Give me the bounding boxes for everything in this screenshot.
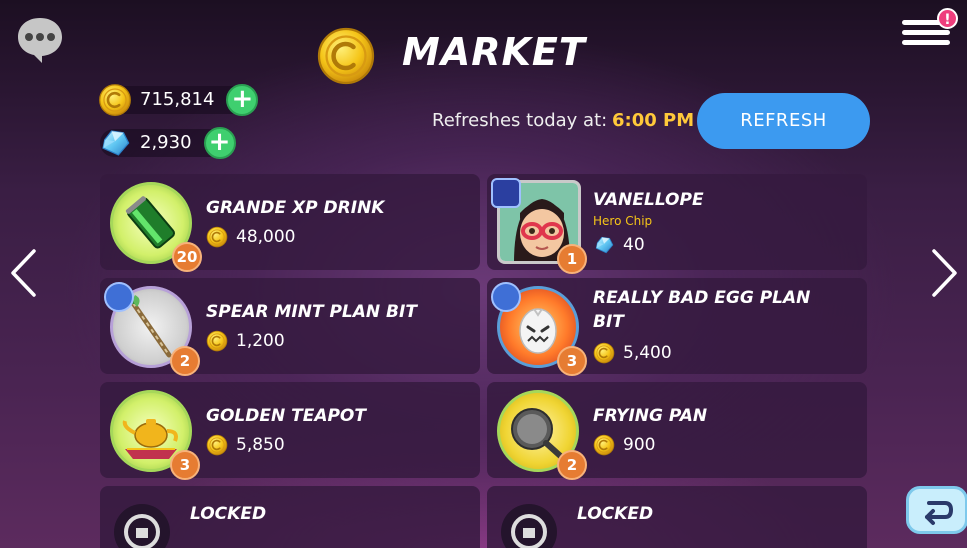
plus-icon: + (231, 84, 254, 114)
item-name: SPEAR MINT PLAN BIT (206, 302, 417, 322)
item-price: 48,000 (206, 226, 295, 248)
refresh-button[interactable]: REFRESH (697, 93, 870, 149)
locked-slot-card: LOCKED (100, 486, 480, 548)
coin-icon (98, 83, 132, 117)
market-item-card[interactable]: 3 GOLDEN TEAPOT 5,850 (100, 382, 480, 480)
coin-icon (316, 26, 376, 86)
hero-class-icon (491, 178, 521, 208)
item-name: LOCKED (190, 504, 267, 524)
item-name: REALLY BAD EGG PLAN BIT (593, 288, 811, 332)
lock-icon (114, 504, 170, 548)
gem-amount: 2,930 (140, 132, 192, 153)
chevron-left-icon[interactable] (8, 248, 38, 298)
chevron-right-icon[interactable] (930, 248, 960, 298)
add-coins-button[interactable]: + (226, 84, 259, 116)
refresh-time: 6:00 PM (612, 110, 695, 131)
gem-icon (98, 126, 132, 160)
quantity-badge: 2 (170, 346, 200, 376)
back-icon (925, 501, 954, 525)
item-name: FRYING PAN (593, 406, 708, 426)
coin-icon (206, 226, 228, 248)
market-item-card[interactable]: 1 VANELLOPE Hero Chip 40 (487, 174, 867, 274)
gem-balance: 2,930 + (98, 126, 236, 160)
item-price: 1,200 (206, 330, 285, 352)
locked-slot-card: LOCKED (487, 486, 867, 548)
coin-amount: 715,814 (140, 89, 215, 110)
market-item-card[interactable]: 2 FRYING PAN 900 (487, 382, 867, 480)
notification-badge: ! (937, 8, 958, 29)
add-gems-button[interactable]: + (203, 127, 236, 159)
gem-icon (593, 234, 615, 256)
item-name: VANELLOPE (593, 190, 704, 210)
market-item-card[interactable]: 2 SPEAR MINT PLAN BIT 1,200 (100, 278, 480, 376)
quantity-badge: 20 (172, 242, 202, 272)
blueprint-icon (104, 282, 134, 312)
refresh-label: Refreshes today at: (432, 110, 608, 131)
market-item-card[interactable]: 20 GRANDE XP DRINK 48,000 (100, 174, 480, 272)
item-price: 40 (593, 234, 645, 256)
page-title: MARKET (402, 30, 586, 74)
item-name: LOCKED (577, 504, 654, 524)
quantity-badge: 1 (557, 244, 587, 274)
coin-icon (593, 434, 615, 456)
coin-icon (206, 434, 228, 456)
item-name: GOLDEN TEAPOT (206, 406, 366, 426)
coin-icon (206, 330, 228, 352)
quantity-badge: 3 (557, 346, 587, 376)
item-subtitle: Hero Chip (593, 214, 653, 228)
market-item-card[interactable]: 3 REALLY BAD EGG PLAN BIT 5,400 (487, 278, 867, 376)
chat-button[interactable] (16, 16, 64, 64)
plus-icon: + (208, 127, 231, 157)
item-price: 900 (593, 434, 655, 456)
blueprint-icon (491, 282, 521, 312)
item-name: GRANDE XP DRINK (206, 198, 385, 218)
coin-icon (593, 342, 615, 364)
quantity-badge: 2 (557, 450, 587, 480)
coin-balance: 715,814 + (98, 83, 259, 117)
item-price: 5,850 (206, 434, 285, 456)
chat-icon (18, 18, 62, 63)
item-price: 5,400 (593, 342, 672, 364)
lock-icon (501, 504, 557, 548)
quantity-badge: 3 (170, 450, 200, 480)
back-button[interactable] (906, 486, 967, 534)
